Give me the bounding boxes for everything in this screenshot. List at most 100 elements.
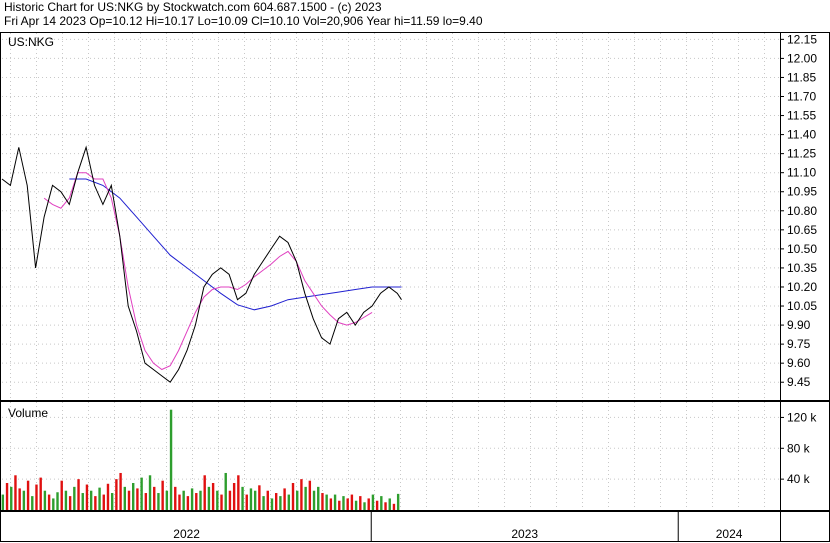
volume-panel-label: Volume <box>8 406 48 420</box>
volume-bar <box>161 480 164 510</box>
volume-bar <box>317 486 320 510</box>
moving-average-short <box>43 172 373 371</box>
stock-chart: 12.15 12.00 11.85 11.70 11.55 11.40 11.25 11.10… <box>0 32 830 542</box>
volume-bar <box>195 493 198 510</box>
volume-bar <box>325 494 328 510</box>
price-tick-label: 9.60 <box>787 356 811 370</box>
volume-bar <box>211 483 215 510</box>
volume-bar <box>371 494 375 510</box>
price-tick-label: 12.15 <box>787 32 817 46</box>
volume-bar <box>287 494 291 510</box>
volume-bar <box>140 477 143 510</box>
volume-bar <box>388 498 391 510</box>
price-tick-label: 11.70 <box>787 89 816 103</box>
volume-tick-label: 80 k <box>787 441 811 455</box>
volume-bar <box>249 488 253 510</box>
price-tick-label: 12.00 <box>787 51 817 65</box>
time-axis-frame <box>0 511 830 542</box>
volume-bar <box>216 490 219 510</box>
volume-bar <box>279 496 282 510</box>
volume-bar <box>304 486 307 510</box>
volume-bar <box>359 496 362 510</box>
volume-bar <box>338 500 341 510</box>
price-tick-label: 11.55 <box>787 109 816 123</box>
volume-bar <box>363 502 366 510</box>
volume-bar <box>64 490 68 510</box>
volume-bar <box>165 490 169 510</box>
volume-bar <box>119 472 122 510</box>
volume-bar <box>77 479 80 510</box>
volume-bar <box>94 496 97 510</box>
volume-bar <box>296 490 299 510</box>
volume-bar <box>228 490 232 510</box>
volume-bar <box>283 488 286 510</box>
volume-bar <box>224 472 227 510</box>
volume-bar <box>127 490 131 510</box>
volume-bar <box>169 409 173 510</box>
volume-bar <box>174 486 177 510</box>
volume-bar <box>384 502 387 510</box>
volume-bar <box>392 503 396 510</box>
volume-bar <box>39 477 42 510</box>
price-tick-label: 11.40 <box>787 128 816 142</box>
volume-bar <box>258 485 261 510</box>
volume-bar <box>182 490 185 510</box>
volume-bar <box>367 498 370 510</box>
volume-bar <box>396 493 400 510</box>
price-tick-label: 9.45 <box>787 375 811 389</box>
volume-bar <box>60 480 63 510</box>
price-tick-label: 11.10 <box>787 166 816 180</box>
volume-bar <box>123 486 126 510</box>
volume-bar <box>73 486 76 510</box>
price-tick-label: 10.35 <box>787 261 817 275</box>
symbol-label: US:NKG <box>8 35 54 49</box>
price-tick-label: 10.65 <box>787 223 817 237</box>
price-tick-label: 10.50 <box>787 242 817 256</box>
volume-bar <box>26 480 30 510</box>
price-lines <box>1 145 402 383</box>
volume-bar <box>220 494 223 510</box>
volume-bar <box>312 490 316 510</box>
volume-bar <box>110 493 114 510</box>
volume-bar <box>291 483 295 510</box>
volume-bar <box>346 498 349 510</box>
volume-bar <box>203 475 206 510</box>
volume-bar <box>350 494 354 510</box>
volume-bar <box>186 496 190 510</box>
price-panel-frame <box>0 32 830 401</box>
volume-bar <box>68 496 72 510</box>
volume-bar <box>241 486 244 510</box>
volume-bar <box>14 475 17 510</box>
volume-bar <box>329 498 333 510</box>
volume-bar <box>300 479 303 510</box>
volume-bar <box>270 498 274 510</box>
volume-bars <box>1 409 400 510</box>
volume-bar <box>380 496 383 510</box>
price-tick-label: 10.05 <box>787 299 817 313</box>
volume-bar <box>274 493 278 510</box>
price-tick-label: 10.95 <box>787 185 817 199</box>
price-tick-label: 11.85 <box>787 70 816 84</box>
axis-labels: 12.15 12.00 11.85 11.70 11.55 11.40 11.25 11.10… <box>173 32 817 541</box>
volume-bar <box>253 490 257 510</box>
volume-bar <box>85 484 89 510</box>
volume-bar <box>115 479 118 510</box>
volume-bar <box>81 493 84 510</box>
volume-bar <box>102 494 105 510</box>
volume-bar <box>10 486 13 510</box>
volume-bar <box>52 498 55 510</box>
volume-bar <box>237 475 240 510</box>
volume-bar <box>144 493 148 510</box>
grid-lines <box>2 33 780 510</box>
volume-bar <box>43 490 47 510</box>
volume-bar <box>354 500 358 510</box>
year-label: 2022 <box>173 527 200 541</box>
volume-bar <box>89 490 93 510</box>
volume-bar <box>262 496 265 510</box>
volume-bar <box>190 488 194 510</box>
moving-average-long <box>69 178 402 311</box>
volume-bar <box>136 488 139 510</box>
volume-bar <box>199 490 202 510</box>
volume-bar <box>18 488 21 510</box>
volume-bar <box>35 484 38 510</box>
